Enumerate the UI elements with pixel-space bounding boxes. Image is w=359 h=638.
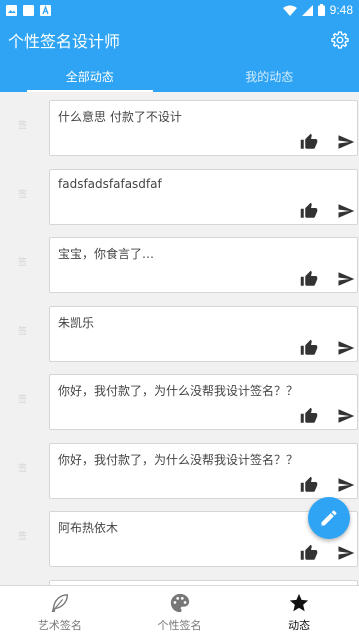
app-root: 9:48 个性签名设计师 全部动态 我的动态 签 什么意思 付款了不设计签 fads… <box>0 0 359 638</box>
app-title: 个性签名设计师 <box>8 32 121 51</box>
thumbs-up-icon <box>300 339 318 355</box>
thumbs-up-icon <box>300 476 318 492</box>
nav-personal-signature-label: 个性签名 <box>157 619 202 632</box>
post-text: 朱凯乐 <box>58 315 95 330</box>
send-icon <box>338 409 355 423</box>
share-button[interactable] <box>336 544 356 562</box>
like-button[interactable] <box>300 270 318 288</box>
app-bar: 个性签名设计师 <box>0 20 359 60</box>
post-card[interactable]: 你好，我付款了，为什么没帮我设计签名？？ <box>49 442 358 499</box>
thumbs-up-icon <box>300 407 318 423</box>
send-icon <box>338 477 355 492</box>
post-avatar-icon: 签 <box>18 121 28 131</box>
status-bar: 9:48 <box>0 0 359 20</box>
like-button[interactable] <box>300 202 318 220</box>
nav-feed[interactable]: 动态 <box>239 586 359 638</box>
thumbs-up-icon <box>300 270 318 286</box>
post-card[interactable]: 朱凯乐 <box>49 305 358 362</box>
post-avatar-icon: 签 <box>18 189 28 200</box>
thumbs-up-icon <box>300 133 318 149</box>
post-text: 阿布热依木 <box>58 521 119 535</box>
like-button[interactable] <box>300 407 318 425</box>
thumbs-up-icon <box>300 544 318 560</box>
star-icon <box>287 591 311 615</box>
a-icon <box>40 4 51 16</box>
sim-icon <box>23 4 34 16</box>
post-text: 宝宝，你食言了… <box>58 247 155 261</box>
post-row: 签 宝宝，你食言了… <box>0 229 359 298</box>
share-button[interactable] <box>336 270 356 288</box>
post-row: 签 你好，我付款了，为什么没帮我设计签名？？ <box>0 366 359 435</box>
tab-all-posts[interactable]: 全部动态 <box>0 60 180 92</box>
post-card[interactable]: 宝宝，你食言了… <box>49 237 358 293</box>
like-button[interactable] <box>300 476 318 494</box>
image-icon <box>6 4 17 16</box>
like-button[interactable] <box>300 544 318 562</box>
post-row: 签 fadsfadsfafasdfaf <box>0 161 359 230</box>
send-icon <box>338 135 355 149</box>
like-button[interactable] <box>300 133 318 151</box>
post-text: fadsfadsfafasdfaf <box>58 176 162 191</box>
post-row: 签 你好，我付款了，为什么没帮我设计签名？？ <box>0 435 359 504</box>
status-time: 9:48 <box>329 3 353 17</box>
nav-feed-label: 动态 <box>288 619 311 632</box>
send-icon <box>338 340 355 355</box>
share-button[interactable] <box>336 476 356 494</box>
compose-fab[interactable] <box>308 497 350 539</box>
feather-icon <box>48 591 72 615</box>
post-avatar-icon: 签 <box>18 326 28 337</box>
post-row: 签 什么意思 付款了不设计 <box>0 92 359 161</box>
tab-bar: 全部动态 我的动态 <box>0 60 359 92</box>
nav-art-signature-label: 艺术签名 <box>37 619 82 632</box>
post-list[interactable]: 签什么意思 付款了不设计签 fadsfadsfafasdfaf 签宝宝，你食言了… 签… <box>0 92 359 585</box>
share-button[interactable] <box>336 202 356 220</box>
status-icons-left <box>6 4 51 16</box>
post-card[interactable]: 你好，我付款了，为什么没帮我设计签名？？ <box>49 374 358 430</box>
post-avatar-icon: 签 <box>18 395 28 405</box>
nav-personal-signature[interactable]: 个性签名 <box>120 586 240 638</box>
status-icons-right: 9:48 <box>282 3 353 17</box>
post-row: 签 阿布热依木 <box>0 503 359 572</box>
gear-icon <box>331 31 349 49</box>
like-button[interactable] <box>300 339 318 357</box>
post-card[interactable]: 什么意思 付款了不设计 <box>49 100 358 156</box>
settings-button[interactable] <box>329 29 351 51</box>
post-row: 签 <box>0 572 359 585</box>
tab-my-posts[interactable]: 我的动态 <box>180 60 359 92</box>
bottom-nav: 艺术签名 个性签名 动态 <box>0 585 359 638</box>
wifi-icon <box>282 5 297 16</box>
post-text: 你好，我付款了，为什么没帮我设计签名？？ <box>58 452 299 467</box>
post-row: 签 朱凯乐 <box>0 298 359 367</box>
send-icon <box>338 203 355 218</box>
send-icon <box>338 546 355 560</box>
post-avatar-icon: 签 <box>18 463 28 474</box>
pencil-icon <box>321 510 337 526</box>
post-card[interactable]: fadsfadsfafasdfaf <box>49 168 358 225</box>
battery-icon <box>317 4 325 16</box>
share-button[interactable] <box>336 133 356 151</box>
thumbs-up-icon <box>300 202 318 218</box>
post-text: 你好，我付款了，为什么没帮我设计签名？？ <box>58 384 299 398</box>
post-avatar-icon: 签 <box>18 532 28 542</box>
share-button[interactable] <box>336 407 356 425</box>
nav-art-signature[interactable]: 艺术签名 <box>0 586 120 638</box>
post-text: 什么意思 付款了不设计 <box>58 110 182 124</box>
post-avatar-icon: 签 <box>18 258 28 268</box>
signal-icon <box>301 4 313 16</box>
palette-icon <box>168 591 192 615</box>
send-icon <box>338 272 355 286</box>
share-button[interactable] <box>336 339 356 357</box>
